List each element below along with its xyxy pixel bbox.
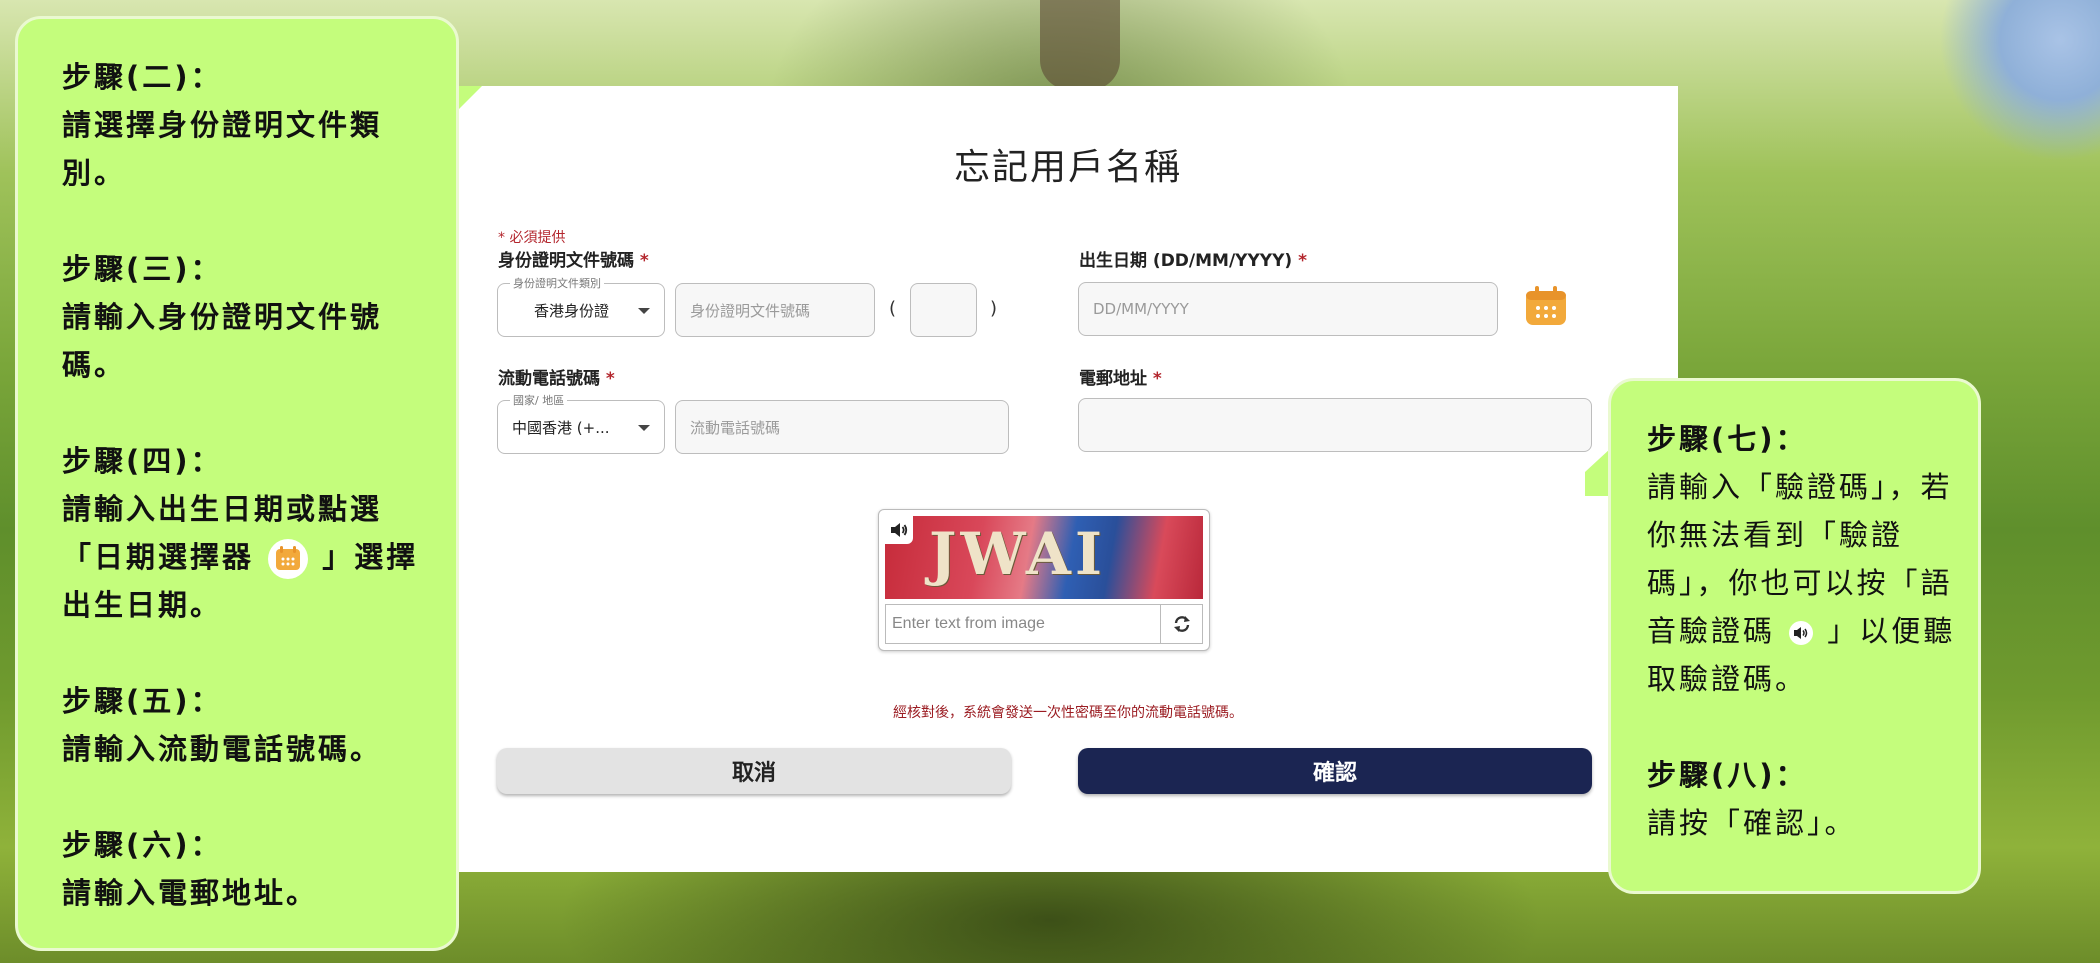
step-body: 請輸入身份證明文件號碼。	[62, 300, 383, 382]
id-doc-number-input[interactable]: 身份證明文件號碼	[675, 283, 875, 337]
id-doc-label: 身份證明文件號碼 *	[498, 246, 649, 271]
mobile-number-input[interactable]: 流動電話號碼	[675, 400, 1009, 454]
calendar-icon	[268, 539, 309, 579]
email-input[interactable]	[1078, 398, 1592, 452]
step-4: 步驟(四)： 請輸入出生日期或點選「日期選擇器 」選擇出生日期。	[62, 437, 426, 629]
step-8: 步驟(八)： 請按「確認」。	[1647, 751, 1968, 847]
step-body: 請按「確認」。	[1647, 806, 1857, 840]
instruction-callout-left: 步驟(二)： 請選擇身份證明文件類別。 步驟(三)： 請輸入身份證明文件號碼。 …	[15, 16, 459, 951]
callout-tail-left	[456, 86, 482, 112]
dob-label-text: 出生日期 (DD/MM/YYYY)	[1079, 251, 1293, 271]
country-legend: 國家/ 地區	[510, 392, 568, 408]
id-doc-type-value: 香港身份證	[534, 301, 610, 320]
step-body: 請選擇身份證明文件類別。	[62, 108, 383, 190]
captcha-refresh-button[interactable]	[1161, 604, 1203, 644]
id-doc-label-text: 身份證明文件號碼	[498, 251, 634, 271]
check-digit-close-paren: )	[990, 298, 998, 319]
required-mark: *	[639, 251, 649, 271]
cancel-button[interactable]: 取消	[497, 748, 1011, 794]
dob-label: 出生日期 (DD/MM/YYYY) *	[1079, 246, 1307, 271]
required-mark: *	[605, 369, 615, 389]
calendar-icon[interactable]	[1524, 285, 1568, 327]
dropdown-caret-icon	[638, 308, 650, 314]
captcha-image-text: JWAI	[929, 520, 1107, 588]
id-doc-number-placeholder: 身份證明文件號碼	[690, 301, 811, 320]
step-heading: 步驟(七)：	[1647, 422, 1808, 456]
id-doc-check-digit-input[interactable]	[910, 283, 977, 337]
audio-captcha-button[interactable]	[885, 516, 913, 544]
step-2: 步驟(二)： 請選擇身份證明文件類別。	[62, 53, 426, 197]
instruction-callout-right: 步驟(七)： 請輸入「驗證碼」，若你無法看到「驗證碼」，你也可以按「語音驗證碼 …	[1608, 378, 1981, 894]
check-digit-open-paren: (	[889, 298, 897, 319]
step-5: 步驟(五)： 請輸入流動電話號碼。	[62, 677, 426, 773]
id-doc-type-legend: 身份證明文件類別	[510, 275, 604, 291]
required-mark: *	[1152, 369, 1162, 389]
mobile-label-text: 流動電話號碼	[498, 369, 600, 389]
dob-input[interactable]: DD/MM/YYYY	[1078, 282, 1498, 336]
speaker-icon	[1789, 621, 1814, 645]
country-value: 中國香港 (+...	[512, 418, 610, 437]
required-note: * 必須提供	[498, 230, 566, 246]
step-7: 步驟(七)： 請輸入「驗證碼」，若你無法看到「驗證碼」，你也可以按「語音驗證碼 …	[1647, 415, 1968, 703]
step-body: 請輸入電郵地址。	[62, 876, 319, 910]
captcha-widget: JWAI Enter text from image	[878, 509, 1210, 651]
email-label-text: 電郵地址	[1079, 369, 1147, 389]
step-heading: 步驟(四)：	[62, 444, 223, 478]
dob-placeholder: DD/MM/YYYY	[1093, 300, 1189, 318]
confirm-button[interactable]: 確認	[1078, 748, 1592, 794]
background-tree-trunk	[1040, 0, 1120, 90]
step-3: 步驟(三)： 請輸入身份證明文件號碼。	[62, 245, 426, 389]
mobile-label: 流動電話號碼 *	[498, 364, 615, 389]
step-body: 請輸入流動電話號碼。	[62, 732, 383, 766]
required-mark: *	[1298, 251, 1307, 271]
forgot-username-form: 忘記用戶名稱 * 必須提供 身份證明文件號碼 * 身份證明文件類別 香港身份證 …	[458, 86, 1678, 872]
country-code-select[interactable]: 國家/ 地區 中國香港 (+...	[497, 392, 665, 454]
step-heading: 步驟(八)：	[1647, 758, 1808, 792]
refresh-icon	[1173, 616, 1190, 632]
step-heading: 步驟(二)：	[62, 60, 223, 94]
captcha-input[interactable]: Enter text from image	[885, 604, 1161, 644]
page-title: 忘記用戶名稱	[953, 147, 1182, 188]
captcha-image: JWAI	[885, 516, 1203, 599]
otp-note: 經核對後，系統會發送一次性密碼至你的流動電話號碼。	[893, 705, 1243, 721]
step-heading: 步驟(六)：	[62, 828, 223, 862]
step-heading: 步驟(三)：	[62, 252, 223, 286]
id-doc-type-select[interactable]: 身份證明文件類別 香港身份證	[497, 275, 665, 337]
mobile-number-placeholder: 流動電話號碼	[690, 418, 781, 437]
speaker-icon	[891, 523, 908, 537]
background-sky	[1880, 0, 2100, 200]
email-label: 電郵地址 *	[1079, 364, 1162, 389]
dropdown-caret-icon	[638, 425, 650, 431]
captcha-placeholder: Enter text from image	[892, 615, 1045, 632]
step-6: 步驟(六)： 請輸入電郵地址。	[62, 821, 426, 917]
step-heading: 步驟(五)：	[62, 684, 223, 718]
